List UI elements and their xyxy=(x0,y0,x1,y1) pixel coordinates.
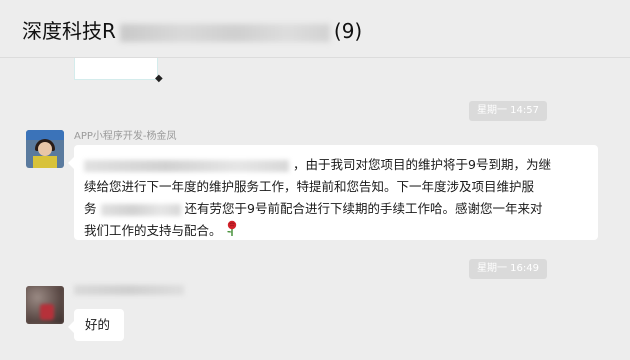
message-line: 我们工作的支持与配合。 xyxy=(84,220,588,243)
shared-card-message[interactable] xyxy=(74,58,158,80)
redacted-title-block xyxy=(119,23,330,42)
message-line: ，由于我司对您项目的维护将于9号到期，为继 xyxy=(84,154,588,176)
reply-text: 好的 xyxy=(85,317,111,332)
message-line-1: ，由于我司对您项目的维护将于9号到期，为继 xyxy=(293,157,551,172)
message-line-3a: 务 xyxy=(84,201,97,216)
chat-title-prefix: 深度科技R xyxy=(22,19,116,43)
card-dot: ◆ xyxy=(155,73,163,84)
redacted-text xyxy=(100,203,181,216)
message-line: 续给您进行下一年度的维护服务工作，特提前和您告知。下一年度涉及项目维护服 xyxy=(84,176,588,198)
message-line-3b: 还有劳您于9号前配合进行下续期的手续工作哈。感谢您一年来对 xyxy=(184,201,543,216)
chat-header: 深度科技R (9) xyxy=(0,0,630,58)
message-line-2: 续给您进行下一年度的维护服务工作，特提前和您告知。下一年度涉及项目维护服 xyxy=(84,179,535,194)
rose-icon xyxy=(225,220,239,243)
member-count: (9) xyxy=(333,19,363,43)
timestamp-2: 星期一 16:49 xyxy=(469,259,547,279)
avatar[interactable] xyxy=(26,286,64,324)
message-bubble[interactable]: 好的 xyxy=(68,309,124,341)
chat-title[interactable]: 深度科技R (9) xyxy=(22,15,362,44)
redacted-text xyxy=(84,159,289,172)
message-bubble[interactable]: ，由于我司对您项目的维护将于9号到期，为继 续给您进行下一年度的维护服务工作，特… xyxy=(68,145,598,243)
avatar[interactable] xyxy=(26,130,64,168)
timestamp-2-text: 星期一 16:49 xyxy=(477,263,539,274)
timestamp-1: 星期一 14:57 xyxy=(469,101,547,121)
redacted-sender-name xyxy=(74,285,184,295)
message-line: 务 还有劳您于9号前配合进行下续期的手续工作哈。感谢您一年来对 xyxy=(84,198,588,220)
timestamp-1-text: 星期一 14:57 xyxy=(477,105,539,116)
sender-name: APP小程序开发-杨金凤 xyxy=(74,131,177,142)
message-line-4: 我们工作的支持与配合。 xyxy=(84,223,222,238)
